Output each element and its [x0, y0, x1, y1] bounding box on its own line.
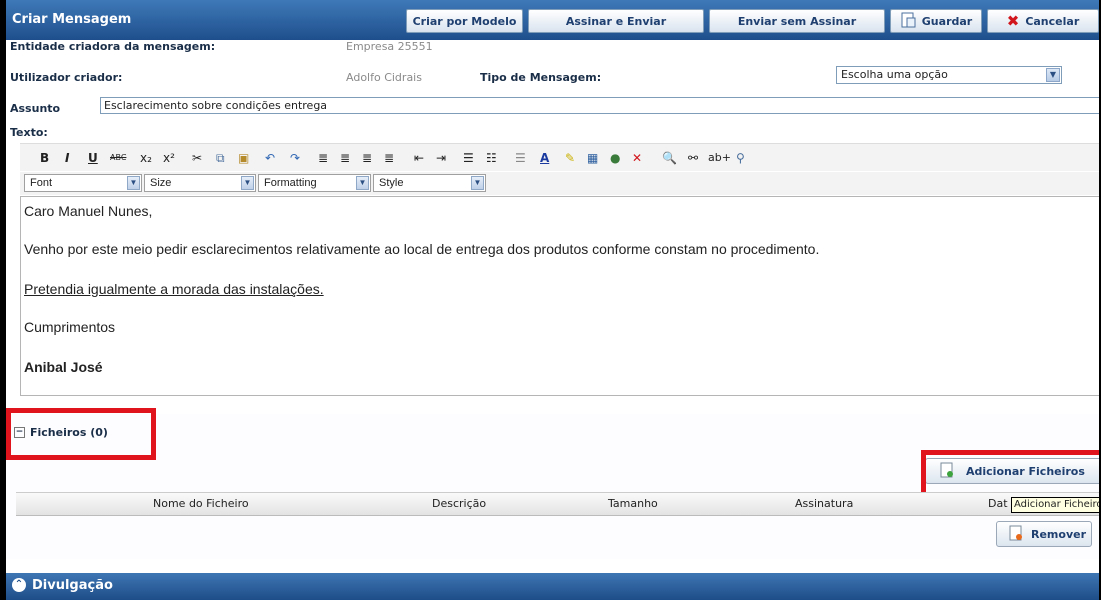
message-type-select[interactable]: Escolha uma opção ▼	[836, 66, 1062, 84]
remove-button[interactable]: Remover	[996, 521, 1092, 547]
remove-file-icon	[1009, 525, 1023, 544]
outdent-icon[interactable]: ⇤	[414, 149, 424, 167]
find-icon[interactable]: ⚯	[688, 149, 698, 167]
dissemination-label: Divulgação	[32, 578, 113, 593]
editor-line: Pretendia igualmente a morada das instal…	[24, 281, 324, 297]
chevron-down-icon: ▼	[1046, 68, 1060, 82]
panel-title: Criar Mensagem	[12, 12, 132, 27]
message-type-label: Tipo de Mensagem:	[480, 71, 602, 84]
message-editor[interactable]: Caro Manuel Nunes, Venho por este meio p…	[20, 196, 1099, 396]
send-without-sign-label: Enviar sem Assinar	[737, 14, 857, 28]
send-without-sign-button[interactable]: Enviar sem Assinar	[709, 9, 885, 33]
bold-button[interactable]: B	[40, 149, 49, 167]
editor-line: Cumprimentos	[24, 319, 116, 335]
style-select[interactable]: Style ▼	[373, 174, 486, 192]
font-select[interactable]: Font ▼	[24, 174, 142, 192]
numbered-list-icon[interactable]: ☷	[486, 149, 497, 167]
expand-icon[interactable]: ⌃	[12, 578, 26, 592]
highlight-box	[6, 408, 156, 460]
redo-icon[interactable]: ↷	[290, 149, 300, 167]
superscript-button[interactable]: x²	[163, 149, 175, 167]
paste-icon[interactable]: ▣	[238, 149, 249, 167]
chevron-down-icon: ▼	[241, 176, 254, 190]
subject-label: Assunto	[10, 102, 61, 115]
editor-line: Caro Manuel Nunes,	[24, 203, 153, 219]
editor-line: Anibal José	[24, 359, 103, 375]
column-header-name[interactable]: Nome do Ficheiro	[153, 497, 249, 510]
strikethrough-button[interactable]: ABC	[110, 149, 126, 167]
underline-button[interactable]: U	[88, 149, 98, 167]
font-color-icon[interactable]: A	[540, 149, 549, 167]
editor-line: Venho por este meio pedir esclarecimento…	[24, 241, 820, 257]
link-icon[interactable]: ●	[610, 149, 620, 167]
justify-icon[interactable]: ≣	[384, 149, 394, 167]
sign-and-send-label: Assinar e Enviar	[565, 14, 667, 28]
bullet-list-icon[interactable]: ☰	[463, 149, 474, 167]
column-header-date[interactable]: Dat	[988, 497, 1008, 510]
title-bar: Criar Mensagem Criar por Modelo Assinar …	[6, 0, 1099, 40]
chevron-down-icon: ▼	[471, 176, 484, 190]
cancel-label: Cancelar	[1025, 14, 1080, 28]
subject-input[interactable]: Esclarecimento sobre condições entrega	[100, 97, 1099, 114]
italic-button[interactable]: I	[65, 149, 69, 167]
cut-icon[interactable]: ✂	[192, 149, 202, 167]
chevron-down-icon: ▼	[356, 176, 369, 190]
files-table-header: Nome do Ficheiro Descrição Tamanho Assin…	[16, 492, 1099, 516]
column-header-size[interactable]: Tamanho	[608, 497, 658, 510]
size-select[interactable]: Size ▼	[144, 174, 256, 192]
message-type-selected: Escolha uma opção	[841, 68, 948, 81]
size-select-label: Size	[150, 177, 172, 189]
chevron-down-icon: ▼	[127, 176, 140, 190]
preview-icon[interactable]: 🔍	[662, 149, 677, 167]
user-label: Utilizador criador:	[10, 71, 123, 84]
close-icon: ✖	[1006, 12, 1020, 30]
entity-value: Empresa 25551	[346, 40, 433, 53]
editor-toolbar: B I U ABC x₂ x² ✂ ⧉ ▣ ↶ ↷ ≣ ≣ ≣ ≣ ⇤ ⇥ ☰ …	[20, 143, 1099, 171]
cancel-button[interactable]: ✖ Cancelar	[987, 9, 1099, 33]
column-header-signature[interactable]: Assinatura	[795, 497, 853, 510]
copy-icon[interactable]: ⧉	[216, 149, 225, 167]
subscript-button[interactable]: x₂	[140, 149, 152, 167]
save-label: Guardar	[921, 14, 973, 28]
create-message-panel: Criar Mensagem Criar por Modelo Assinar …	[0, 0, 1101, 600]
sign-and-send-button[interactable]: Assinar e Enviar	[528, 9, 704, 33]
save-icon	[900, 12, 916, 31]
text-label: Texto:	[10, 126, 48, 139]
horizontal-rule-icon[interactable]: ☰	[515, 149, 526, 167]
formatting-select[interactable]: Formatting ▼	[258, 174, 371, 192]
replace-button[interactable]: ab+	[708, 149, 731, 167]
save-button[interactable]: Guardar	[890, 9, 982, 33]
create-from-template-label: Criar por Modelo	[412, 14, 517, 28]
align-right-icon[interactable]: ≣	[362, 149, 372, 167]
highlight-icon[interactable]: ✎	[565, 149, 575, 167]
dissemination-section-header[interactable]: ⌃ Divulgação	[6, 573, 1099, 600]
zoom-icon[interactable]: ⚲	[736, 149, 745, 167]
table-icon[interactable]: ▦	[587, 149, 598, 167]
align-center-icon[interactable]: ≣	[340, 149, 350, 167]
formatting-select-label: Formatting	[264, 177, 317, 189]
user-value: Adolfo Cidrais	[346, 71, 422, 84]
editor-format-toolbar: Font ▼ Size ▼ Formatting ▼ Style ▼	[20, 172, 1099, 195]
entity-label: Entidade criadora da mensagem:	[10, 40, 216, 53]
indent-icon[interactable]: ⇥	[436, 149, 446, 167]
undo-icon[interactable]: ↶	[265, 149, 275, 167]
create-from-template-button[interactable]: Criar por Modelo	[406, 9, 523, 33]
remove-label: Remover	[1031, 527, 1087, 541]
unlink-icon[interactable]: ✕	[632, 149, 642, 167]
column-header-description[interactable]: Descrição	[432, 497, 486, 510]
align-left-icon[interactable]: ≣	[318, 149, 328, 167]
style-select-label: Style	[379, 177, 404, 189]
tooltip: Adicionar Ficheiros	[1011, 497, 1099, 513]
font-select-label: Font	[30, 177, 53, 189]
